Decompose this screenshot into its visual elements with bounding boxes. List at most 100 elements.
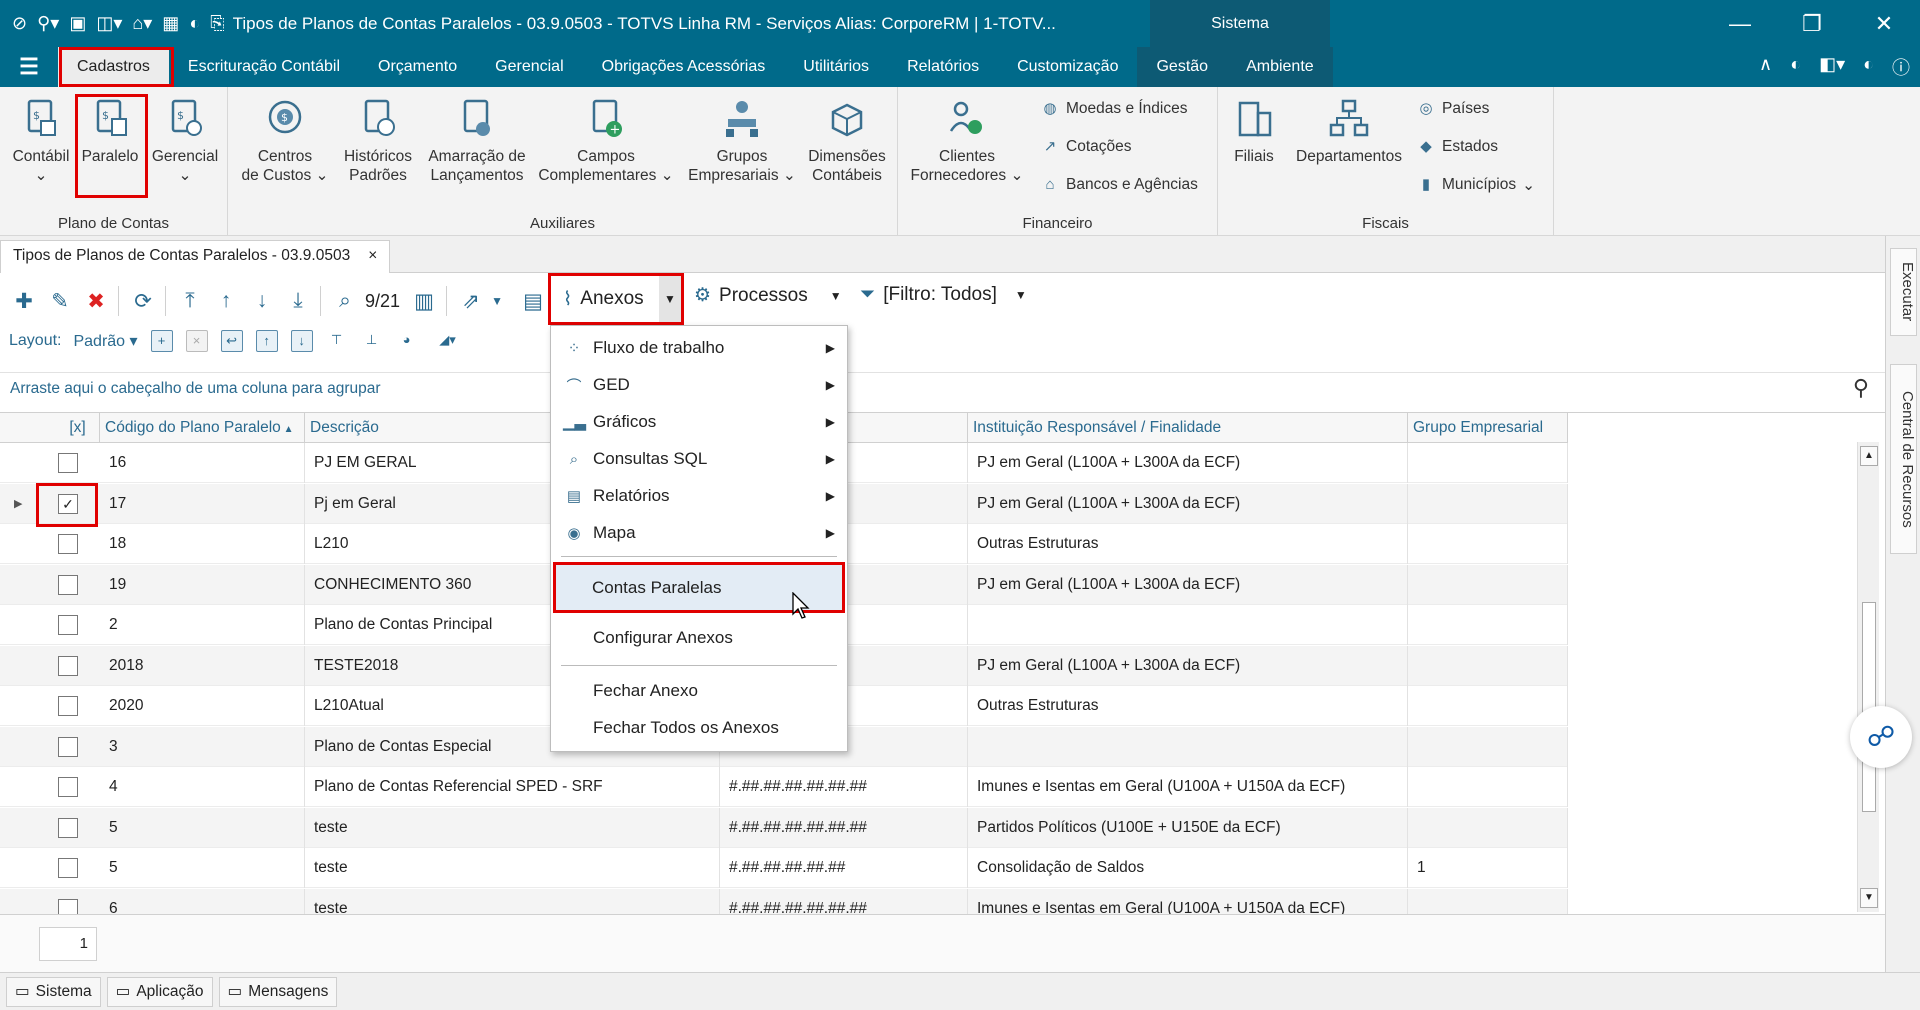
tab-relatorios[interactable]: Relatórios (888, 47, 998, 87)
tab-utilitarios[interactable]: Utilitários (784, 47, 888, 87)
cell-instituicao[interactable]: PJ em Geral (L100A + L300A da ECF) (968, 564, 1408, 605)
columns-icon[interactable]: ▥ (412, 289, 436, 314)
chat-assistant-icon[interactable]: ☍ (1850, 706, 1912, 768)
municipios-button[interactable]: ▮ Municípios ⌄ (1416, 175, 1535, 195)
column-header-check[interactable]: [x] (36, 413, 100, 443)
cell-instituicao[interactable]: PJ em Geral (L100A + L300A da ECF) (968, 483, 1408, 524)
window-icon[interactable]: ◫▾ (96, 0, 122, 47)
collapse-icon[interactable]: × (185, 330, 208, 352)
cell-instituicao[interactable]: PJ em Geral (L100A + L300A da ECF) (968, 645, 1408, 686)
cell-instituicao[interactable]: PJ em Geral (L100A + L300A da ECF) (968, 443, 1408, 483)
color-icon[interactable]: ◕ (396, 330, 418, 352)
cell-mascara[interactable]: #.##.##.##.##.##.## (720, 888, 968, 914)
cell-codigo[interactable]: 18 (100, 524, 305, 564)
scroll-down-icon[interactable]: ▼ (1860, 888, 1878, 908)
tab-gestao[interactable]: Gestão (1137, 47, 1228, 87)
cell-grupo[interactable] (1408, 564, 1568, 605)
menu-item-mapa[interactable]: ◉ Mapa ▶ (551, 515, 847, 551)
layout-select[interactable]: Padrão ▾ (73, 331, 137, 351)
hierarchy-icon[interactable]: ⚲▾ (37, 0, 59, 47)
collapse-ribbon-icon[interactable]: ∧ (1759, 54, 1772, 80)
chart-icon[interactable]: ◢▾ (431, 330, 465, 352)
preview-icon[interactable]: ▣ (69, 0, 86, 47)
expand-icon[interactable]: + (150, 330, 173, 352)
cell-codigo[interactable]: 6 (100, 888, 305, 914)
home-icon[interactable]: ⌂▾ (132, 0, 152, 47)
first-record-icon[interactable]: ⤒ (178, 289, 202, 313)
tab-customizacao[interactable]: Customização (998, 47, 1137, 87)
cell-instituicao[interactable]: Outras Estruturas (968, 686, 1408, 726)
cell-grupo[interactable] (1408, 807, 1568, 848)
tab-ambiente[interactable]: Ambiente (1227, 47, 1333, 87)
cell-codigo[interactable]: 16 (100, 443, 305, 483)
mensagens-tab[interactable]: ▭ Mensagens (218, 976, 338, 1007)
menu-item-fluxo[interactable]: ⁘ Fluxo de trabalho ▶ (551, 330, 847, 366)
column-header-grupo[interactable]: Grupo Empresarial (1408, 413, 1568, 443)
group-by-bar[interactable]: Arraste aqui o cabeçalho de uma coluna p… (0, 372, 1885, 404)
menu-item-fechar-todos[interactable]: Fechar Todos os Anexos (551, 710, 847, 746)
menu-item-graficos[interactable]: ▁▃ Gráficos ▶ (551, 404, 847, 440)
cell-grupo[interactable] (1408, 767, 1568, 807)
moedas-indices-button[interactable]: ◍ Moedas e Índices (1040, 99, 1187, 119)
cell-instituicao[interactable] (968, 605, 1408, 645)
tab-escrituracao[interactable]: Escrituração Contábil (169, 47, 359, 87)
add-icon[interactable]: ✚ (12, 289, 36, 314)
tab-gerencial[interactable]: Gerencial (476, 47, 582, 87)
anexos-dropdown-icon[interactable]: ▼ (659, 276, 681, 322)
cell-instituicao[interactable] (968, 726, 1408, 767)
window-layout-icon[interactable]: ◧▾ (1819, 54, 1845, 80)
row-checkbox[interactable] (58, 696, 78, 716)
page-number[interactable]: 1 (39, 927, 97, 961)
row-checkbox[interactable] (58, 736, 78, 757)
centros-de-custos-button[interactable]: $ Centros de Custos ⌄ (240, 97, 330, 185)
edit-icon[interactable]: ✎ (48, 289, 72, 314)
sistema-tab[interactable]: ▭ Sistema (6, 976, 101, 1007)
row-checkbox[interactable] (58, 777, 78, 797)
cell-grupo[interactable] (1408, 645, 1568, 686)
cell-descricao[interactable]: teste (305, 888, 720, 914)
cell-grupo[interactable] (1408, 605, 1568, 645)
cell-instituicao[interactable]: Partidos Políticos (U100E + U150E da ECF… (968, 807, 1408, 848)
unpin-icon[interactable]: ⊥ (361, 330, 383, 352)
clientes-fornecedores-button[interactable]: Clientes Fornecedores ⌄ (908, 97, 1026, 185)
cell-mascara[interactable]: #.##.##.##.##.##.## (720, 807, 968, 848)
filtro-button[interactable]: ⏷ [Filtro: Todos] ▼ (860, 284, 1027, 306)
close-button[interactable]: ✕ (1848, 0, 1920, 47)
cell-grupo[interactable] (1408, 726, 1568, 767)
cell-mascara[interactable]: #.##.##.##.##.##.## (720, 767, 968, 807)
cell-descricao[interactable]: Plano de Contas Referencial SPED - SRF (305, 767, 720, 807)
save-layout-icon[interactable]: ↩ (220, 330, 243, 352)
campos-complementares-button[interactable]: + Campos Complementares ⌄ (538, 97, 674, 185)
anexos-button[interactable]: ⌇ Anexos ▼ (548, 273, 684, 325)
menu-item-fechar-anexo[interactable]: Fechar Anexo (551, 673, 847, 709)
next-record-icon[interactable]: ↓ (250, 289, 274, 313)
filiais-button[interactable]: Filiais (1224, 97, 1284, 166)
document-tab[interactable]: Tipos de Planos de Contas Paralelos - 03… (0, 240, 391, 273)
cell-descricao[interactable]: teste (305, 848, 720, 888)
contabil-button[interactable]: $ Contábil ⌄ (8, 97, 74, 185)
bancos-agencias-button[interactable]: ⌂ Bancos e Agências (1040, 175, 1197, 195)
central-recursos-tab[interactable]: Central de Recursos (1890, 364, 1917, 554)
cell-grupo[interactable] (1408, 888, 1568, 914)
cell-codigo[interactable]: 5 (100, 848, 305, 888)
row-checkbox[interactable] (58, 817, 78, 838)
cell-descricao[interactable]: teste (305, 807, 720, 848)
estados-button[interactable]: ◆ Estados (1416, 137, 1498, 157)
cell-grupo[interactable] (1408, 524, 1568, 564)
close-tab-icon[interactable]: × (368, 241, 377, 273)
cell-codigo[interactable]: 4 (100, 767, 305, 807)
restore-button[interactable]: ❐ (1776, 0, 1848, 47)
paises-button[interactable]: ◎ Países (1416, 99, 1489, 119)
row-checkbox[interactable] (58, 615, 78, 635)
column-header-codigo[interactable]: Código do Plano Paralelo ▲ (100, 413, 305, 443)
cell-codigo[interactable]: 17 (100, 483, 305, 524)
cell-codigo[interactable]: 2020 (100, 686, 305, 726)
row-checkbox[interactable] (58, 453, 78, 473)
row-checkbox[interactable] (58, 858, 78, 878)
search-icon[interactable]: ⌕ (333, 289, 357, 313)
column-header-instituicao[interactable]: Instituição Responsável / Finalidade (968, 413, 1408, 443)
row-checkbox[interactable] (58, 898, 78, 914)
table-row[interactable]: 6 teste #.##.##.##.##.##.## Imunes e Isenta… (0, 888, 1568, 914)
info-icon[interactable]: ⓘ (1892, 54, 1910, 80)
cell-grupo[interactable] (1408, 443, 1568, 483)
